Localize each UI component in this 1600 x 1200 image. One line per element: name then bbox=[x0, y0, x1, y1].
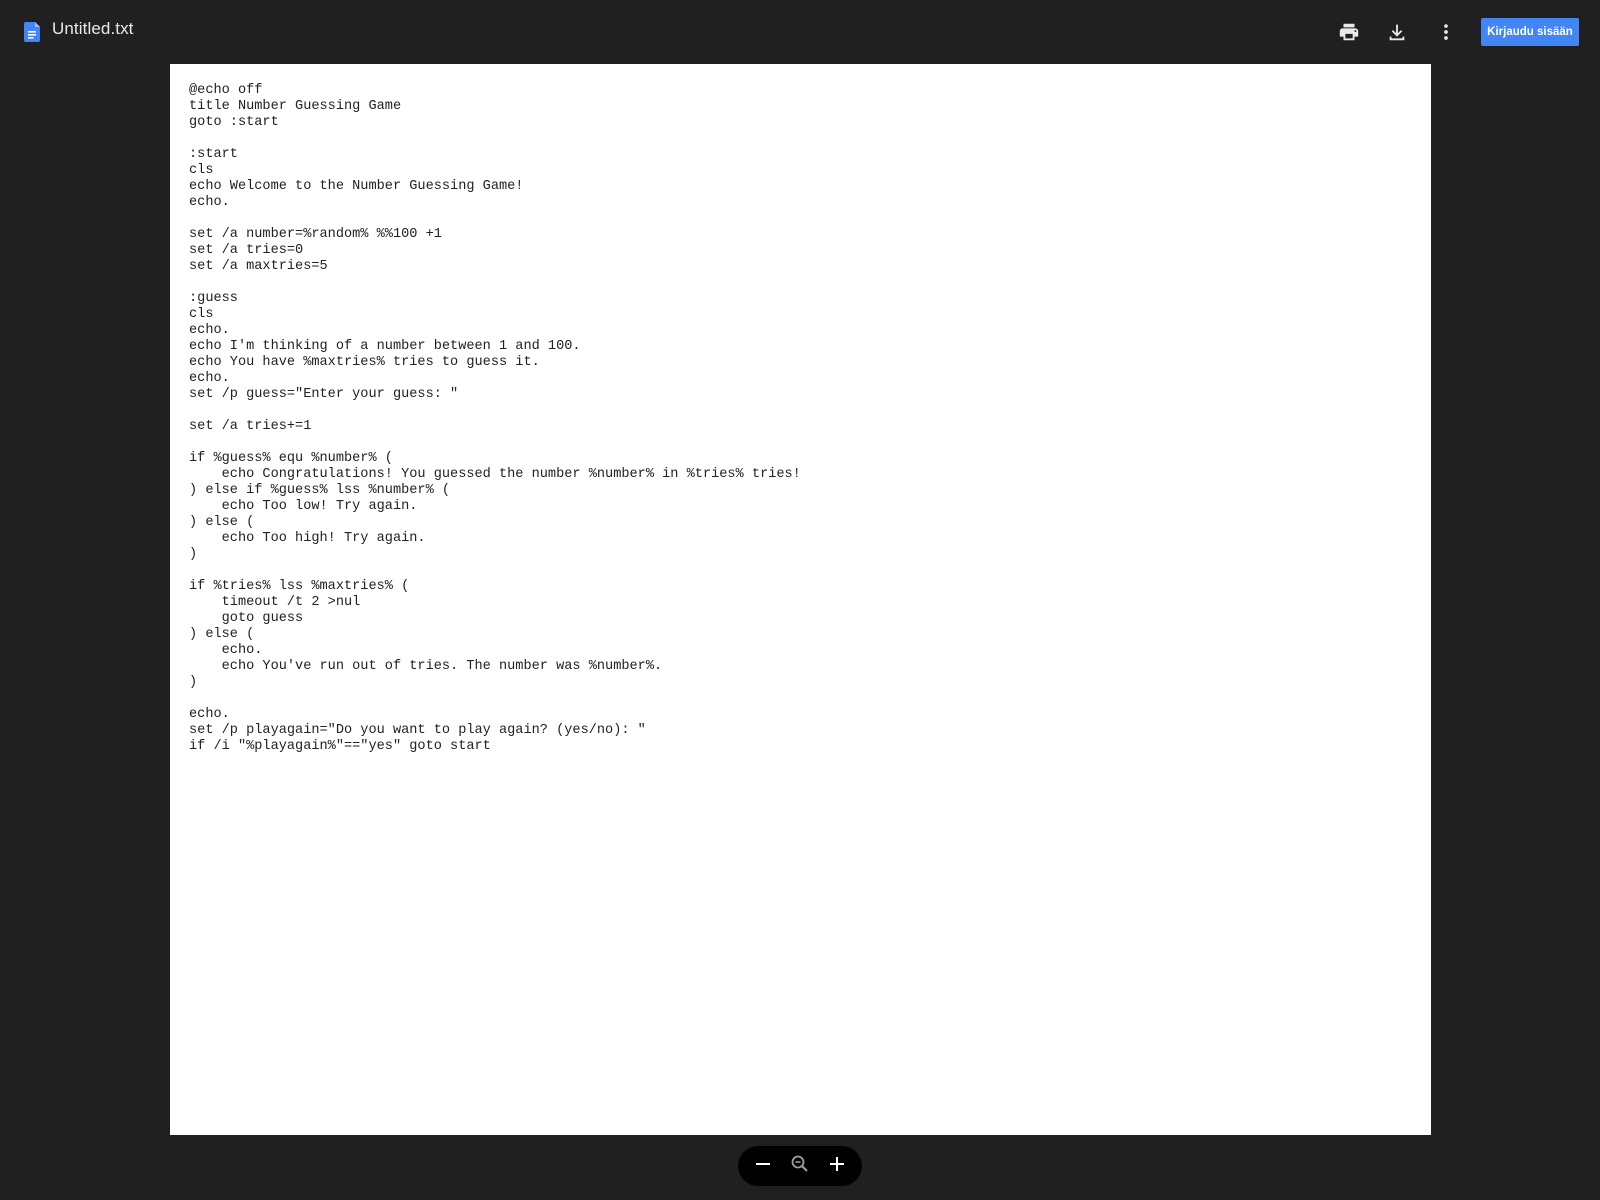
code-line: echo. bbox=[189, 643, 263, 658]
code-line: if %tries% lss %maxtries% ( bbox=[189, 579, 410, 594]
code-line: goto guess bbox=[189, 611, 304, 626]
print-icon bbox=[1338, 21, 1360, 43]
docs-file-icon bbox=[24, 22, 40, 42]
file-title: Untitled.txt bbox=[52, 19, 134, 38]
document-page: @echo off title Number Guessing Game got… bbox=[170, 64, 1431, 1135]
code-line: echo Too low! Try again. bbox=[189, 499, 418, 514]
code-line: ) else ( bbox=[189, 515, 255, 530]
code-line: echo. bbox=[189, 323, 230, 338]
code-line: :start bbox=[189, 147, 238, 162]
document-text: @echo off title Number Guessing Game got… bbox=[189, 83, 801, 755]
code-line: echo. bbox=[189, 195, 230, 210]
code-line: set /a tries=0 bbox=[189, 243, 304, 258]
code-line: set /a tries+=1 bbox=[189, 419, 312, 434]
print-button[interactable] bbox=[1331, 14, 1367, 50]
code-line: ) bbox=[189, 675, 198, 690]
code-line: echo Congratulations! You guessed the nu… bbox=[189, 467, 801, 482]
code-line: set /p guess="Enter your guess: " bbox=[189, 387, 459, 402]
zoom-in-plus-icon bbox=[828, 1155, 846, 1178]
zoom-reset-icon bbox=[790, 1154, 810, 1179]
zoom-reset-button[interactable] bbox=[784, 1150, 816, 1182]
download-button[interactable] bbox=[1379, 14, 1415, 50]
code-line: title Number Guessing Game bbox=[189, 99, 402, 114]
code-line: cls bbox=[189, 163, 214, 178]
code-line: @echo off bbox=[189, 83, 263, 98]
code-line: ) bbox=[189, 547, 198, 562]
code-line: echo. bbox=[189, 371, 230, 386]
code-line: echo Welcome to the Number Guessing Game… bbox=[189, 179, 524, 194]
viewer-header: Untitled.txt Kirjaudu sisään bbox=[0, 0, 1600, 64]
more-vert-icon bbox=[1435, 21, 1457, 43]
zoom-toolbar bbox=[738, 1146, 862, 1186]
code-line: ) else ( bbox=[189, 627, 255, 642]
code-line: echo I'm thinking of a number between 1 … bbox=[189, 339, 581, 354]
zoom-out-button[interactable] bbox=[747, 1150, 779, 1182]
code-line: :guess bbox=[189, 291, 238, 306]
code-line: set /a number=%random% %%100 +1 bbox=[189, 227, 442, 242]
zoom-out-minus-icon bbox=[754, 1155, 772, 1178]
code-line: timeout /t 2 >nul bbox=[189, 595, 361, 610]
download-icon bbox=[1386, 21, 1408, 43]
code-line: echo You've run out of tries. The number… bbox=[189, 659, 663, 674]
zoom-in-button[interactable] bbox=[821, 1150, 853, 1182]
code-line: if /i "%playagain%"=="yes" goto start bbox=[189, 739, 491, 754]
code-line: echo You have %maxtries% tries to guess … bbox=[189, 355, 540, 370]
code-line: echo Too high! Try again. bbox=[189, 531, 426, 546]
code-line: echo. bbox=[189, 707, 230, 722]
code-line: set /a maxtries=5 bbox=[189, 259, 328, 274]
code-line: if %guess% equ %number% ( bbox=[189, 451, 393, 466]
code-line: goto :start bbox=[189, 115, 279, 130]
sign-in-button[interactable]: Kirjaudu sisään bbox=[1481, 18, 1579, 46]
code-line: ) else if %guess% lss %number% ( bbox=[189, 483, 451, 498]
code-line: set /p playagain="Do you want to play ag… bbox=[189, 723, 646, 738]
more-options-button[interactable] bbox=[1428, 14, 1464, 50]
code-line: cls bbox=[189, 307, 214, 322]
